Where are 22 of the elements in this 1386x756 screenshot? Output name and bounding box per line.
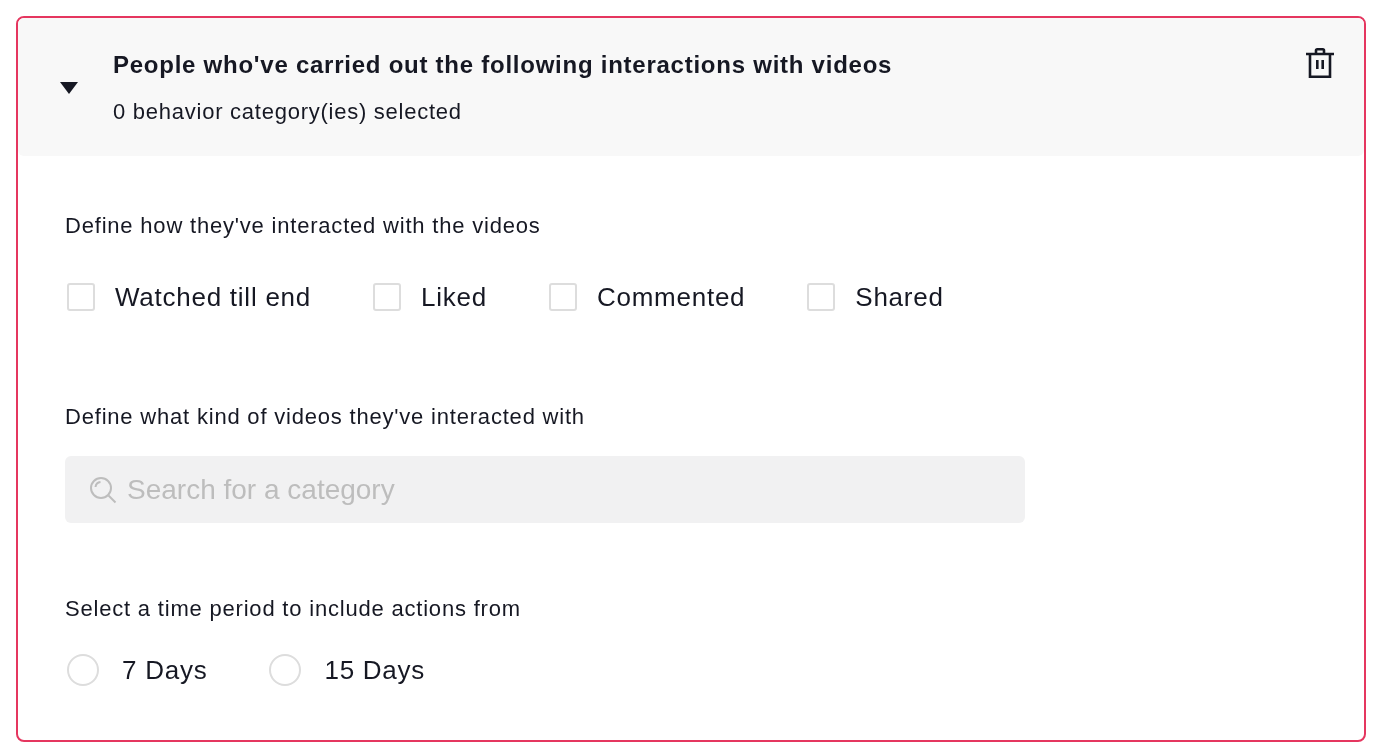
radio-button[interactable] — [67, 654, 99, 686]
checkbox-label[interactable]: Commented — [596, 283, 746, 311]
delete-button[interactable] — [1305, 47, 1335, 79]
caret-icon — [60, 82, 78, 94]
checkbox[interactable] — [548, 283, 577, 311]
checkbox-label[interactable]: Watched till end — [115, 283, 312, 311]
radio-label[interactable]: 15 Days — [324, 656, 426, 684]
search-icon — [89, 476, 117, 504]
criterion-title: People who've carried out the following interactions with videos — [113, 50, 893, 80]
checkbox-label[interactable]: Shared — [855, 283, 944, 311]
criterion-subtitle: 0 behavior category(ies) selected — [113, 100, 462, 124]
checkbox[interactable] — [807, 283, 836, 311]
checkbox[interactable] — [67, 283, 95, 311]
radio-label[interactable]: 7 Days — [122, 656, 208, 684]
trash-icon — [1306, 48, 1334, 78]
checkbox[interactable] — [373, 283, 402, 311]
section-label: Define what kind of videos they've interacted with — [65, 405, 585, 429]
section-label: Define how they've interacted with the videos — [65, 214, 541, 238]
checkbox-label[interactable]: Liked — [421, 283, 487, 311]
section-label: Select a time period to include actions from — [65, 597, 521, 621]
radio-button[interactable] — [269, 654, 302, 686]
collapse-toggle[interactable] — [60, 82, 78, 94]
